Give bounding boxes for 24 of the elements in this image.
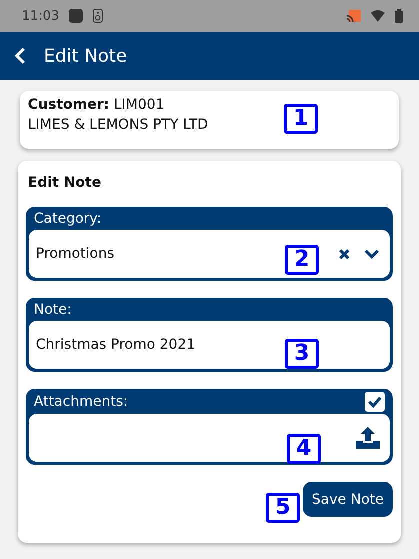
form-title: Edit Note <box>28 175 102 191</box>
speaker-icon <box>93 9 104 23</box>
callout-marker: 2 <box>285 245 319 275</box>
wifi-icon <box>371 10 385 22</box>
clear-icon[interactable] <box>339 248 350 260</box>
callout-marker: 4 <box>287 434 321 464</box>
callout-marker: 5 <box>266 493 300 523</box>
field-label: Category: <box>34 211 102 227</box>
attachment-field[interactable] <box>29 414 390 462</box>
screen-title: Edit Note <box>44 46 128 66</box>
back-icon[interactable] <box>14 47 26 65</box>
upload-icon[interactable] <box>356 427 380 449</box>
callout-marker: 1 <box>284 104 318 134</box>
status-time: 11:03 <box>22 8 60 24</box>
chevron-down-icon[interactable] <box>364 249 380 259</box>
field-label: Note: <box>34 302 72 318</box>
cast-icon <box>347 10 361 22</box>
battery-icon <box>395 9 403 23</box>
checkbox[interactable] <box>365 392 385 412</box>
customer-code: Customer: LIM001 <box>28 97 166 113</box>
save-note-button[interactable]: Save Note <box>303 482 393 517</box>
field-label: Attachments: <box>34 394 128 410</box>
notification-icon <box>69 9 84 23</box>
callout-marker: 3 <box>285 339 319 369</box>
